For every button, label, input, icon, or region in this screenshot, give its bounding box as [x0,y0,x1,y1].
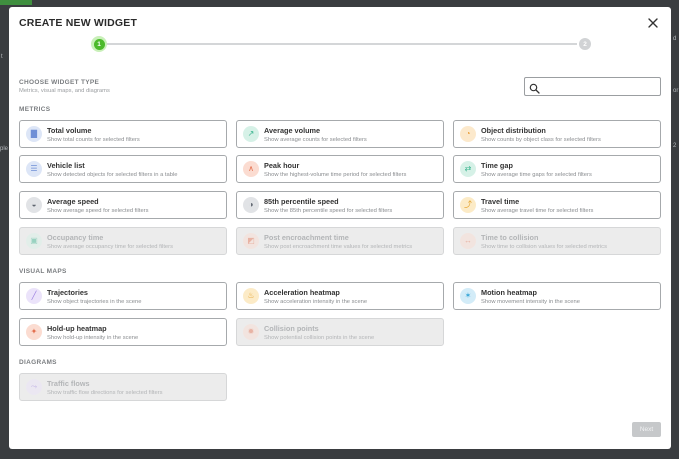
step-1-number: 1 [93,38,105,50]
next-button[interactable]: Next [632,422,661,437]
choose-widget-type-heading: CHOOSE WIDGET TYPE [19,79,100,86]
widget-card-title: Travel time [481,197,520,206]
widget-card-total-volume[interactable]: ▇ Total volume Show total counts for selec… [19,120,227,148]
stepper: 1 2 [91,36,591,52]
widget-card-title: 85th percentile speed [264,197,339,206]
pie-chart-icon: ◔ [460,126,476,142]
motion-icon: ✶ [460,288,476,304]
widget-card-description: Show acceleration intensity in the scene [264,298,368,305]
create-widget-dialog: CREATE NEW WIDGET 1 2 CHOOSE WIDGET TYPE… [9,7,671,449]
widget-card-collision-points: ✹ Collision points Show potential collisio… [236,318,444,346]
flame-icon: ♨ [243,288,259,304]
gap-icon: ⇄ [460,161,476,177]
widget-card-time-to-collision: ↔ Time to collision Show time to collision… [453,227,661,255]
widget-card-85th-percentile-speed[interactable]: ◑ 85th percentile speed Show the 85th perc… [236,191,444,219]
widget-card-title: Vehicle list [47,161,85,170]
flow-icon: ⤳ [26,379,42,395]
background-text: ple [0,146,9,152]
widget-card-acceleration-heatmap[interactable]: ♨ Acceleration heatmap Show acceleration i… [236,282,444,310]
widget-card-title: Post encroachment time [264,233,349,242]
widget-card-title: Average volume [264,126,321,135]
widget-card-description: Show total counts for selected filters [47,136,140,143]
background-text: t [1,54,3,60]
visual-maps-heading: VISUAL MAPS [19,268,67,275]
holdup-icon: ✦ [26,324,42,340]
widget-card-title: Hold-up heatmap [47,324,107,333]
route-icon: ⤴ [460,197,476,213]
close-icon [648,18,658,28]
choose-widget-type-subtitle: Metrics, visual maps, and diagrams [19,88,110,94]
occupancy-icon: ▣ [26,233,42,249]
search-box[interactable] [524,77,661,96]
stepper-line [107,43,577,45]
step-1-active: 1 [91,36,107,52]
widget-card-time-gap[interactable]: ⇄ Time gap Show average time gaps for sele… [453,155,661,183]
burst-icon: ✹ [243,324,259,340]
dialog-title: CREATE NEW WIDGET [19,17,138,29]
background-accent [0,0,32,5]
speedometer-icon: ◒ [26,197,42,213]
widget-card-title: Time to collision [481,233,539,242]
widget-card-title: Peak hour [264,161,300,170]
widget-card-occupancy-time: ▣ Occupancy time Show average occupancy ti… [19,227,227,255]
widget-card-title: Object distribution [481,126,546,135]
widget-card-trajectories[interactable]: ╱ Trajectories Show object trajectories in… [19,282,227,310]
widget-card-title: Acceleration heatmap [264,288,340,297]
background-text: 2 [673,143,677,149]
widget-card-vehicle-list[interactable]: ☰ Vehicle list Show detected objects for s… [19,155,227,183]
metrics-heading: METRICS [19,106,51,113]
widget-card-title: Average speed [47,197,99,206]
widget-card-traffic-flows: ⤳ Traffic flows Show traffic flow directio… [19,373,227,401]
widget-card-description: Show movement intensity in the scene [481,298,580,305]
widget-card-average-speed[interactable]: ◒ Average speed Show average speed for sel… [19,191,227,219]
widget-card-post-encroachment-time: ◩ Post encroachment time Show post encroac… [236,227,444,255]
list-icon: ☰ [26,161,42,177]
close-button[interactable] [647,16,659,28]
trending-icon: ↗ [243,126,259,142]
widget-card-description: Show average counts for selected filters [264,136,367,143]
widget-card-travel-time[interactable]: ⤴ Travel time Show average travel time for… [453,191,661,219]
widget-card-description: Show counts by object class for selected… [481,136,601,143]
background-text: or [673,88,679,94]
trajectory-icon: ╱ [26,288,42,304]
widget-card-title: Traffic flows [47,379,90,388]
widget-card-title: Total volume [47,126,92,135]
widget-card-description: Show average speed for selected filters [47,207,149,214]
peak-icon: ∧ [243,161,259,177]
encroachment-icon: ◩ [243,233,259,249]
widget-card-motion-heatmap[interactable]: ✶ Motion heatmap Show movement intensity i… [453,282,661,310]
widget-card-object-distribution[interactable]: ◔ Object distribution Show counts by objec… [453,120,661,148]
search-icon [529,81,540,94]
bar-chart-icon: ▇ [26,126,42,142]
widget-card-title: Motion heatmap [481,288,537,297]
widget-card-description: Show potential collision points in the s… [264,334,375,341]
widget-card-description: Show average occupancy time for selected… [47,243,173,250]
widget-card-description: Show time to collision values for select… [481,243,607,250]
widget-card-peak-hour[interactable]: ∧ Peak hour Show the highest-volume time p… [236,155,444,183]
widget-card-description: Show traffic flow directions for selecte… [47,389,163,396]
gauge-icon: ◑ [243,197,259,213]
widget-card-description: Show the highest-volume time period for … [264,171,407,178]
step-2: 2 [579,38,591,50]
widget-card-description: Show detected objects for selected filte… [47,171,178,178]
search-input[interactable] [543,80,655,93]
widget-card-description: Show average travel time for selected fi… [481,207,594,214]
widget-card-description: Show hold-up intensity in the scene [47,334,139,341]
widget-card-title: Occupancy time [47,233,104,242]
widget-card-average-volume[interactable]: ↗ Average volume Show average counts for s… [236,120,444,148]
widget-card-title: Trajectories [47,288,88,297]
collision-time-icon: ↔ [460,233,476,249]
diagrams-heading: DIAGRAMS [19,359,57,366]
widget-card-description: Show average time gaps for selected filt… [481,171,592,178]
widget-card-description: Show the 85th percentile speed for selec… [264,207,393,214]
background-text: d [673,36,677,42]
widget-card-title: Collision points [264,324,319,333]
widget-card-title: Time gap [481,161,513,170]
widget-card-description: Show object trajectories in the scene [47,298,142,305]
widget-card-hold-up-heatmap[interactable]: ✦ Hold-up heatmap Show hold-up intensity i… [19,318,227,346]
widget-card-description: Show post encroachment time values for s… [264,243,413,250]
